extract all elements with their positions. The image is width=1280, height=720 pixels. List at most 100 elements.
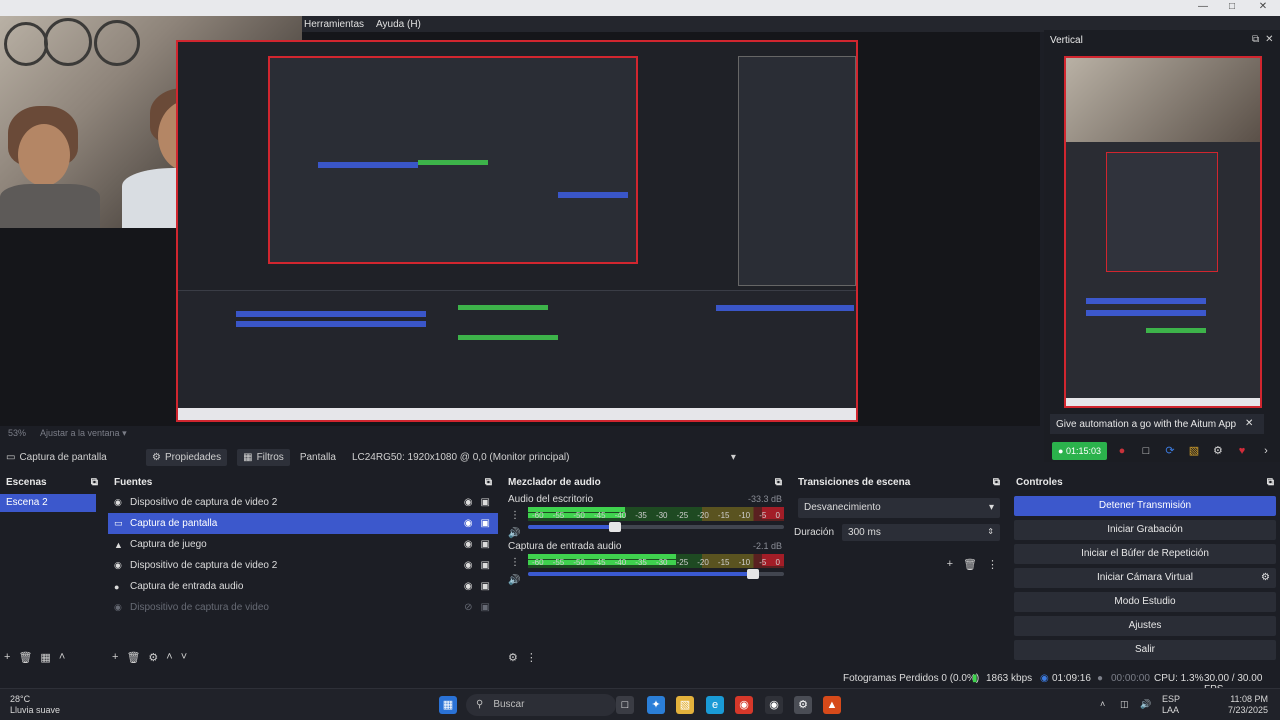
eye-hidden-icon[interactable]: ⊘ xyxy=(464,602,472,613)
more-icon[interactable]: ⋮ xyxy=(510,510,520,521)
list-item[interactable]: ◉ Dispositivo de captura de video 2 ◉ ▣ xyxy=(108,555,498,576)
more-icon[interactable]: ⋮ xyxy=(510,557,520,568)
lock-icon[interactable]: ▣ xyxy=(481,539,490,550)
volume-slider[interactable] xyxy=(528,522,784,532)
tray-chevron-icon[interactable]: ˄ xyxy=(1100,699,1105,710)
move-down-icon[interactable]: ˅ xyxy=(181,651,187,664)
float-icon[interactable]: ⧉ xyxy=(993,477,1000,488)
eye-icon[interactable]: ◉ xyxy=(464,560,473,571)
float-icon[interactable]: ⧉ xyxy=(485,477,492,488)
maximize-icon[interactable]: □ xyxy=(1225,1,1239,12)
lock-icon[interactable]: ▣ xyxy=(481,581,490,592)
trash-icon[interactable]: 🗑 xyxy=(963,558,977,571)
scene-item[interactable]: Escena 2 xyxy=(0,494,96,512)
vertical-preview[interactable] xyxy=(1064,56,1262,408)
start-recording-button[interactable]: Iniciar Grabación xyxy=(1014,520,1276,540)
duration-label: Duración xyxy=(794,527,835,538)
filter-icon[interactable]: ▦ xyxy=(40,651,50,664)
properties-button[interactable]: ⚙ Propiedades xyxy=(146,448,228,466)
copilot-icon[interactable]: ✦ xyxy=(647,696,665,714)
trash-icon[interactable]: 🗑 xyxy=(126,651,140,664)
weather-widget[interactable]: 28°C Lluvia suave xyxy=(10,694,60,716)
add-icon[interactable]: + xyxy=(112,651,118,664)
start-virtual-camera-button[interactable]: Iniciar Cámara Virtual ⚙ xyxy=(1014,568,1276,588)
add-icon[interactable]: + xyxy=(947,558,953,571)
brave-icon[interactable]: ▲ xyxy=(823,696,841,714)
minimize-icon[interactable]: — xyxy=(1196,1,1210,12)
taskbar-search[interactable]: ⚲ Buscar xyxy=(466,694,616,716)
volume-slider[interactable] xyxy=(528,569,784,579)
list-item[interactable]: ▲ Captura de juego ◉ ▣ xyxy=(108,534,498,555)
vertical-live-badge[interactable]: ● 01:15:03 xyxy=(1052,442,1107,460)
replay-buffer-icon[interactable]: □ xyxy=(1137,442,1155,460)
aitum-banner[interactable]: Give automation a go with the Aitum App xyxy=(1050,414,1264,434)
record-icon[interactable]: ● xyxy=(1113,442,1131,460)
spinner-icon[interactable]: ⇕ xyxy=(987,527,994,538)
display-select[interactable]: LC24RG50: 1920x1080 @ 0,0 (Monitor princ… xyxy=(345,448,742,466)
more-icon[interactable]: ⋮ xyxy=(987,558,998,571)
studio-mode-button[interactable]: Modo Estudio xyxy=(1014,592,1276,612)
close-icon[interactable]: ✕ xyxy=(1245,418,1253,429)
close-icon[interactable]: ✕ xyxy=(1265,34,1273,45)
heart-icon[interactable]: ♥ xyxy=(1233,442,1251,460)
list-item[interactable]: ◉ Dispositivo de captura de video 2 ◉ ▣ xyxy=(108,492,498,513)
add-icon[interactable]: + xyxy=(4,651,10,664)
language-indicator[interactable]: ESP LAA xyxy=(1162,694,1180,716)
source-toolbar: ▭ Captura de pantalla ⚙ Propiedades ▦ Fi… xyxy=(0,446,1040,468)
more-icon[interactable]: ⋮ xyxy=(526,651,537,664)
zoom-fit[interactable]: Ajustar a la ventana ▾ xyxy=(40,428,127,442)
windows-taskbar: 28°C Lluvia suave ▦ ⚲ Buscar □ ✦ ▧ e ◉ ◉… xyxy=(0,688,1280,720)
eye-icon[interactable]: ◉ xyxy=(464,539,473,550)
lock-icon[interactable]: ▣ xyxy=(481,560,490,571)
eye-icon[interactable]: ◉ xyxy=(464,518,473,529)
lock-icon[interactable]: ▣ xyxy=(481,602,490,613)
scenes-title: Escenas xyxy=(6,476,47,488)
gear-icon[interactable]: ⚙ xyxy=(148,651,158,664)
chrome-icon[interactable]: ◉ xyxy=(735,696,753,714)
eye-icon[interactable]: ◉ xyxy=(464,497,473,508)
float-icon[interactable]: ⧉ xyxy=(1267,477,1274,488)
close-icon[interactable]: ✕ xyxy=(1256,1,1270,12)
stop-stream-button[interactable]: Detener Transmisión xyxy=(1014,496,1276,516)
sync-icon[interactable]: ⟳ xyxy=(1161,442,1179,460)
transition-select[interactable]: Desvanecimiento ▾ xyxy=(798,498,1000,518)
duration-input[interactable]: 300 ms ⇕ xyxy=(842,524,1000,541)
settings-icon[interactable]: ⚙ xyxy=(794,696,812,714)
filters-button[interactable]: ▦ Filtros xyxy=(237,448,290,466)
list-item[interactable]: ▭ Captura de pantalla ◉ ▣ xyxy=(108,513,498,534)
gear-icon[interactable]: ⚙ xyxy=(1209,442,1227,460)
lock-icon[interactable]: ▣ xyxy=(481,497,490,508)
folder-icon[interactable]: ▧ xyxy=(1185,442,1203,460)
float-icon[interactable]: ⧉ xyxy=(91,477,98,488)
obs-icon[interactable]: ◉ xyxy=(765,696,783,714)
start-replay-buffer-button[interactable]: Iniciar el Búfer de Repetición xyxy=(1014,544,1276,564)
speaker-icon[interactable]: 🔊 xyxy=(1140,699,1151,710)
speaker-icon[interactable]: 🔊 xyxy=(508,575,520,586)
folder-icon[interactable]: ▧ xyxy=(676,696,694,714)
menu-help[interactable]: Ayuda (H) xyxy=(376,19,421,30)
lock-icon[interactable]: ▣ xyxy=(481,518,490,529)
eye-icon[interactable]: ◉ xyxy=(464,581,473,592)
list-item[interactable]: ◉ Dispositivo de captura de video ⊘ ▣ xyxy=(108,597,498,618)
move-up-icon[interactable]: ˄ xyxy=(59,651,65,664)
settings-button[interactable]: Ajustes xyxy=(1014,616,1276,636)
windows-start-icon[interactable]: ▦ xyxy=(439,696,457,714)
meter-tick: -30 xyxy=(655,511,668,520)
main-preview[interactable] xyxy=(0,16,1040,426)
float-icon[interactable]: ⧉ xyxy=(1252,34,1259,45)
gear-icon[interactable]: ⚙ xyxy=(508,651,518,664)
clock[interactable]: 11:08 PM 7/23/2025 xyxy=(1228,694,1268,716)
trash-icon[interactable]: 🗑 xyxy=(18,651,32,664)
list-item[interactable]: ● Captura de entrada audio ◉ ▣ xyxy=(108,576,498,597)
menu-tools[interactable]: Herramientas xyxy=(304,19,364,30)
move-up-icon[interactable]: ˄ xyxy=(166,651,172,664)
gear-icon[interactable]: ⚙ xyxy=(1261,568,1270,588)
meter-tick: -40 xyxy=(614,558,627,567)
chevron-icon[interactable]: › xyxy=(1257,442,1275,460)
float-icon[interactable]: ⧉ xyxy=(775,477,782,488)
edge-icon[interactable]: e xyxy=(706,696,724,714)
task-view-icon[interactable]: □ xyxy=(616,696,634,714)
wifi-icon[interactable]: ◫ xyxy=(1120,699,1129,710)
exit-button[interactable]: Salir xyxy=(1014,640,1276,660)
speaker-icon[interactable]: 🔊 xyxy=(508,528,520,539)
